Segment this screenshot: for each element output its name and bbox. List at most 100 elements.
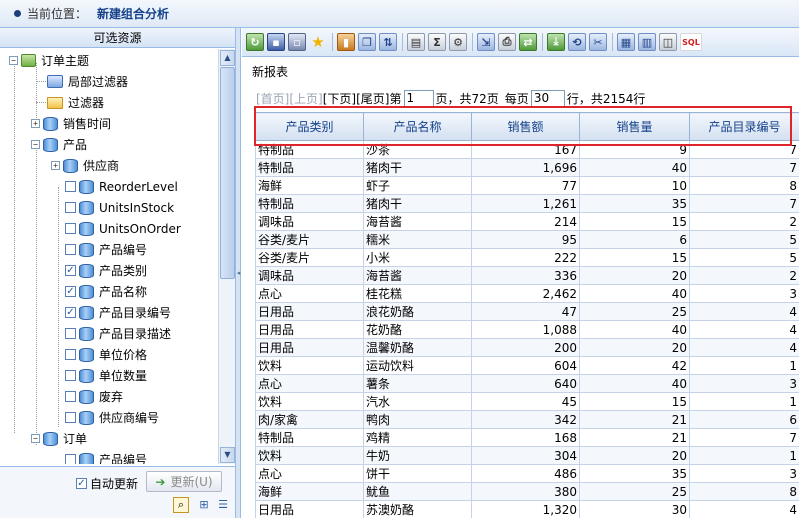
first-page-link[interactable]: [首页] [256, 90, 289, 107]
save-as-icon[interactable]: ▫ [288, 33, 306, 51]
table-icon[interactable]: ▦ [617, 33, 635, 51]
drill-icon[interactable]: ⤓ [547, 33, 565, 51]
table-row[interactable]: 日用品 浪花奶酪 47 25 4 [255, 302, 799, 321]
tree-field-discontinued[interactable]: 废弃 [65, 386, 123, 407]
tools-icon[interactable]: ✂ [589, 33, 607, 51]
column-header[interactable]: 产品目录编号 [689, 112, 799, 141]
settings-icon[interactable]: ⚙ [449, 33, 467, 51]
collapse-icon[interactable]: − [31, 140, 40, 149]
table-row[interactable]: 谷类/麦片 小米 222 15 5 [255, 248, 799, 267]
expand-icon[interactable]: + [51, 161, 60, 170]
table-row[interactable]: 日用品 温馨奶酪 200 20 4 [255, 338, 799, 357]
table-row[interactable]: 点心 饼干 486 35 3 [255, 464, 799, 483]
tree-field-catalog-id[interactable]: ✓ 产品目录编号 [65, 302, 171, 323]
column-header[interactable]: 销售额 [471, 112, 580, 141]
tree-field-unitsonorder[interactable]: UnitsOnOrder [65, 218, 181, 239]
table-row[interactable]: 海鲜 虾子 77 10 8 [255, 176, 799, 195]
field-checkbox[interactable] [65, 454, 76, 464]
pivot-icon[interactable]: ⟲ [568, 33, 586, 51]
tree-field-unitsinstock[interactable]: UnitsInStock [65, 197, 174, 218]
tree-field-order-product-id[interactable]: 产品编号 [65, 449, 147, 464]
favorite-star-icon[interactable]: ★ [309, 33, 327, 51]
scroll-up-icon[interactable]: ▲ [220, 50, 235, 66]
field-checkbox-checked[interactable]: ✓ [65, 307, 76, 318]
collapse-icon[interactable]: − [31, 434, 40, 443]
tree-node-order[interactable]: − 订单 [31, 428, 87, 449]
table-row[interactable]: 海鲜 鱿鱼 380 25 8 [255, 482, 799, 501]
tree-field-product-category[interactable]: ✓ 产品类别 [65, 260, 147, 281]
field-checkbox[interactable] [65, 328, 76, 339]
expand-icon[interactable]: + [31, 119, 40, 128]
swap-axes-icon[interactable]: ⇄ [519, 33, 537, 51]
tree-node-supplier[interactable]: + 供应商 [51, 155, 119, 176]
tree-field-product-name[interactable]: ✓ 产品名称 [65, 281, 147, 302]
table-row[interactable]: 特制品 沙茶 167 9 7 [255, 140, 799, 159]
table-row[interactable]: 特制品 猪肉干 1,261 35 7 [255, 194, 799, 213]
grid-icon[interactable]: ▥ [638, 33, 656, 51]
table-row[interactable]: 谷类/麦片 糯米 95 6 5 [255, 230, 799, 249]
auto-update-toggle[interactable]: ✓ 自动更新 [76, 475, 138, 492]
table-row[interactable]: 肉/家禽 鸭肉 342 21 6 [255, 410, 799, 429]
filter-icon[interactable]: ▤ [407, 33, 425, 51]
tree-field-reorderlevel[interactable]: ReorderLevel [65, 176, 178, 197]
sql-icon[interactable]: SQL [680, 33, 702, 51]
chart-icon[interactable]: ▮ [337, 33, 355, 51]
column-header[interactable]: 产品名称 [363, 112, 472, 141]
export-icon[interactable]: ⇲ [477, 33, 495, 51]
table-row[interactable]: 点心 桂花糕 2,462 40 3 [255, 284, 799, 303]
column-header[interactable]: 产品类别 [255, 112, 364, 141]
field-checkbox[interactable] [65, 223, 76, 234]
tree-field-unit-price[interactable]: 单位价格 [65, 344, 147, 365]
rows-per-page-input[interactable]: 30 [530, 90, 565, 107]
preview-icon[interactable]: ◫ [659, 33, 677, 51]
field-checkbox[interactable] [65, 349, 76, 360]
field-checkbox[interactable] [65, 244, 76, 255]
tree-node-sales-time[interactable]: + 销售时间 [31, 113, 111, 134]
page-number-input[interactable]: 1 [403, 90, 434, 107]
field-checkbox[interactable] [65, 391, 76, 402]
table-row[interactable]: 日用品 苏澳奶酪 1,320 30 4 [255, 500, 799, 518]
scroll-down-icon[interactable]: ▼ [220, 447, 235, 463]
table-row[interactable]: 饮料 运动饮料 604 42 1 [255, 356, 799, 375]
tree-field-supplier-id[interactable]: 供应商编号 [65, 407, 159, 428]
tree-node-product[interactable]: − 产品 [31, 134, 87, 155]
table-row[interactable]: 日用品 花奶酪 1,088 40 4 [255, 320, 799, 339]
sum-icon[interactable]: Σ [428, 33, 446, 51]
tree-node-local-filter[interactable]: 局部过滤器 [47, 71, 128, 92]
table-row[interactable]: 饮料 汽水 45 15 1 [255, 392, 799, 411]
collapse-arrow-icon[interactable]: ◂ [236, 258, 241, 288]
update-button[interactable]: ➔ 更新(U) [146, 471, 222, 492]
field-checkbox[interactable] [65, 181, 76, 192]
field-checkbox[interactable] [65, 370, 76, 381]
tree-view-icon[interactable]: ⊞ [196, 497, 212, 513]
table-row[interactable]: 点心 薯条 640 40 3 [255, 374, 799, 393]
panel-splitter[interactable]: ◂ [236, 28, 241, 518]
table-row[interactable]: 调味品 海苔酱 214 15 2 [255, 212, 799, 231]
tree-scrollbar[interactable]: ▲ ▼ [218, 49, 235, 464]
table-row[interactable]: 调味品 海苔酱 336 20 2 [255, 266, 799, 285]
field-checkbox[interactable] [65, 202, 76, 213]
tree-field-product-id[interactable]: 产品编号 [65, 239, 147, 260]
tree-node-order-topic[interactable]: − 订单主题 [9, 50, 89, 71]
collapse-icon[interactable]: − [9, 56, 18, 65]
column-header[interactable]: 销售量 [579, 112, 690, 141]
print-icon[interactable]: ⎙ [498, 33, 516, 51]
tree-node-filter[interactable]: 过滤器 [47, 92, 104, 113]
sort-icon[interactable]: ⇅ [379, 33, 397, 51]
last-page-link[interactable]: [尾页] [356, 90, 389, 107]
field-checkbox[interactable] [65, 412, 76, 423]
refresh-icon[interactable]: ↻ [246, 33, 264, 51]
table-row[interactable]: 饮料 牛奶 304 20 1 [255, 446, 799, 465]
window-icon[interactable]: ❐ [358, 33, 376, 51]
prev-page-link[interactable]: [上页] [289, 90, 322, 107]
save-icon[interactable]: ▪ [267, 33, 285, 51]
field-checkbox-checked[interactable]: ✓ [65, 265, 76, 276]
auto-update-checkbox[interactable]: ✓ [76, 478, 87, 489]
tree-field-catalog-desc[interactable]: 产品目录描述 [65, 323, 171, 344]
tree-field-unit-quantity[interactable]: 单位数量 [65, 365, 147, 386]
scrollbar-thumb[interactable] [220, 67, 235, 279]
next-page-link[interactable]: [下页] [323, 90, 356, 107]
field-checkbox-checked[interactable]: ✓ [65, 286, 76, 297]
table-row[interactable]: 特制品 猪肉干 1,696 40 7 [255, 158, 799, 177]
list-view-icon[interactable]: ☰ [215, 497, 231, 513]
